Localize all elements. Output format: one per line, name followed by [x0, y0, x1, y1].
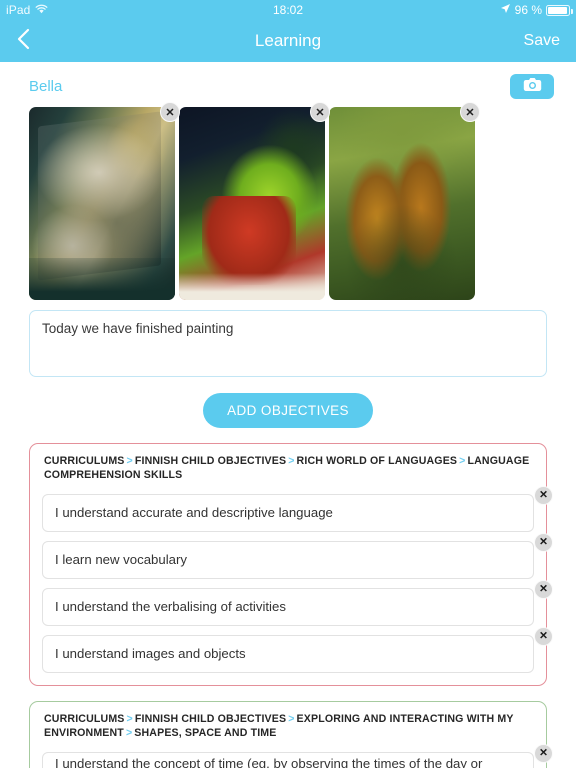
close-icon[interactable]: ✕ — [460, 102, 480, 122]
close-icon[interactable]: ✕ — [534, 626, 553, 646]
breadcrumb-segment[interactable]: CURRICULUMS — [44, 455, 125, 467]
wifi-icon — [35, 3, 48, 17]
objective-row[interactable]: I understand the concept of time (eg. by… — [42, 743, 553, 768]
close-icon[interactable]: ✕ — [534, 743, 553, 763]
camera-icon — [523, 77, 542, 97]
objective-row[interactable]: I understand the verbalising of activiti… — [42, 579, 553, 626]
breadcrumb-separator: > — [125, 726, 133, 739]
photo-strip: ✕ ✕ ✕ — [0, 102, 576, 300]
status-bar-time: 18:02 — [272, 3, 304, 17]
close-icon[interactable]: ✕ — [534, 485, 553, 505]
back-button[interactable] — [16, 28, 30, 55]
close-icon[interactable]: ✕ — [310, 102, 330, 122]
objective-label: I understand the concept of time (eg. by… — [55, 755, 483, 768]
photo-item[interactable]: ✕ — [179, 102, 330, 300]
navigation-bar: Learning Save — [0, 20, 576, 62]
breadcrumb-segment[interactable]: FINNISH CHILD OBJECTIVES — [135, 713, 286, 725]
close-icon[interactable]: ✕ — [160, 102, 180, 122]
add-objectives-button[interactable]: ADD OBJECTIVES — [203, 393, 373, 428]
breadcrumb: CURRICULUMS > FINNISH CHILD OBJECTIVES > RIC… — [42, 455, 534, 485]
photo-painted-hands[interactable] — [329, 107, 475, 300]
breadcrumb: CURRICULUMS > FINNISH CHILD OBJECTIVES > EXP… — [42, 713, 534, 743]
battery-icon — [546, 4, 573, 16]
objective-row[interactable]: I learn new vocabulary ✕ — [42, 532, 553, 579]
close-icon[interactable]: ✕ — [534, 579, 553, 599]
breadcrumb-segment[interactable]: RICH WORLD OF LANGUAGES — [297, 455, 458, 467]
breadcrumb-separator: > — [126, 455, 133, 467]
content-area: Bella ✕ ✕ ✕ Today we have finished paint… — [0, 62, 576, 768]
battery-percent-label: 96 % — [514, 3, 542, 17]
breadcrumb-segment[interactable]: SHAPES, SPACE AND TIME — [134, 727, 276, 739]
child-header-row: Bella — [0, 62, 576, 107]
objective-label: I understand the verbalising of activiti… — [55, 599, 286, 615]
save-button[interactable]: Save — [524, 32, 560, 50]
breadcrumb-segment[interactable]: CURRICULUMS — [44, 713, 125, 725]
breadcrumb-separator: > — [126, 712, 133, 725]
status-bar-left: iPad — [6, 3, 48, 17]
objective-label: I learn new vocabulary — [55, 552, 187, 568]
close-icon[interactable]: ✕ — [534, 532, 553, 552]
location-arrow-icon — [500, 3, 511, 17]
breadcrumb-separator: > — [288, 455, 295, 467]
objective-row[interactable]: I understand images and objects ✕ — [42, 626, 553, 673]
child-name-label[interactable]: Bella — [29, 78, 62, 95]
photo-green-painted-hand[interactable] — [179, 107, 325, 300]
status-bar: iPad 18:02 96 % — [0, 0, 576, 20]
page-title: Learning — [254, 31, 322, 50]
note-input[interactable]: Today we have finished painting — [29, 310, 547, 377]
chevron-left-icon — [16, 28, 30, 55]
objective-card: CURRICULUMS > FINNISH CHILD OBJECTIVES > EXP… — [29, 700, 553, 768]
objective-card: CURRICULUMS > FINNISH CHILD OBJECTIVES > RIC… — [29, 443, 553, 686]
photo-painting-on-easel[interactable] — [29, 107, 175, 300]
objective-label: I understand images and objects — [55, 646, 246, 662]
photo-item[interactable]: ✕ — [29, 102, 180, 300]
breadcrumb-segment[interactable]: FINNISH CHILD OBJECTIVES — [135, 455, 286, 467]
breadcrumb-separator: > — [288, 712, 295, 725]
app-screen: iPad 18:02 96 % Learning Save Bella ✕ ✕ … — [0, 0, 576, 768]
device-label: iPad — [6, 3, 31, 17]
photo-item[interactable]: ✕ — [329, 102, 480, 300]
breadcrumb-separator: > — [459, 455, 466, 467]
objective-label: I understand accurate and descriptive la… — [55, 505, 333, 521]
add-objectives-row: ADD OBJECTIVES — [0, 393, 576, 428]
add-photo-button[interactable] — [510, 74, 554, 99]
status-bar-right: 96 % — [500, 3, 573, 17]
objective-row[interactable]: I understand accurate and descriptive la… — [42, 485, 553, 532]
